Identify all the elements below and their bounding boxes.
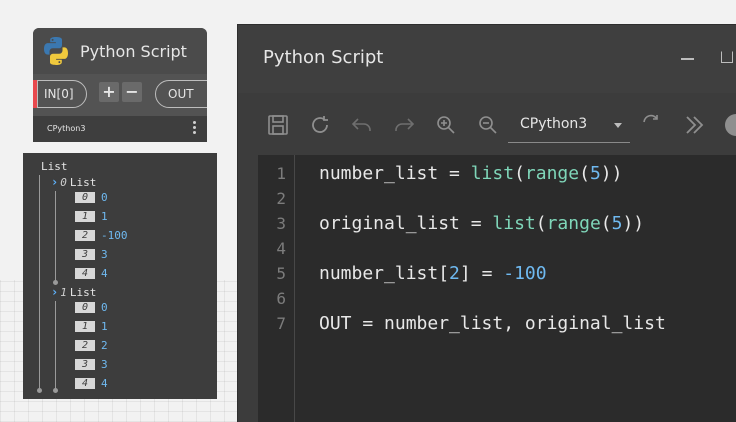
line-number: 6: [276, 289, 286, 308]
chevron-right-icon[interactable]: ›: [51, 285, 58, 299]
code-editor[interactable]: 1 number_list = list(range(5)) 2 3 original_…: [258, 155, 736, 422]
line-number: 3: [276, 214, 286, 233]
output-port-out[interactable]: OUT: [155, 80, 207, 108]
list-item: 11: [75, 210, 108, 223]
add-input-button[interactable]: +: [99, 82, 119, 102]
list-item: 44: [75, 267, 108, 280]
output-preview: List › 0 List 00 11 2 -100 33 44 › 1 List…: [23, 153, 217, 399]
remove-input-button[interactable]: −: [122, 82, 142, 102]
minimize-icon[interactable]: [681, 58, 694, 60]
python-script-node[interactable]: Python Script IN[0] + − OUT CPython3: [33, 28, 207, 142]
code-text[interactable]: OUT = number_list, original_list: [319, 313, 666, 334]
save-icon[interactable]: [266, 113, 290, 137]
editor-toolbar: CPython3: [258, 109, 736, 145]
code-text[interactable]: number_list = list(range(5)): [319, 163, 622, 184]
sublist-label: List: [69, 175, 97, 189]
node-engine-label: CPython3: [47, 124, 86, 133]
zoom-out-icon[interactable]: [476, 113, 500, 137]
zoom-in-icon[interactable]: [434, 113, 458, 137]
python-editor-window[interactable]: Python Script CPython3 1 number_list = l…: [237, 24, 736, 422]
code-text[interactable]: number_list[2] = -100: [319, 263, 547, 284]
run-icon[interactable]: [308, 113, 332, 137]
sublist-index: 0: [60, 175, 67, 189]
list-item: 33: [75, 248, 108, 261]
tree-line: [39, 175, 40, 391]
tree-end-dot: [53, 388, 58, 393]
code-line[interactable]: 2: [258, 186, 319, 211]
line-number: 5: [276, 264, 286, 283]
engine-dropdown[interactable]: CPython3: [508, 109, 630, 143]
code-line[interactable]: 7 OUT = number_list, original_list: [258, 311, 666, 336]
help-icon[interactable]: [724, 113, 736, 137]
list-item: 2 -100: [75, 229, 128, 242]
node-header[interactable]: Python Script: [33, 28, 207, 74]
tree-line: [55, 191, 56, 283]
editor-titlebar[interactable]: Python Script: [238, 25, 736, 93]
code-text[interactable]: original_list = list(range(5)): [319, 213, 644, 234]
sublist-index: 1: [60, 285, 67, 299]
node-menu-icon[interactable]: [193, 121, 197, 137]
sublist-label: List: [69, 285, 97, 299]
tree-end-dot: [37, 388, 42, 393]
node-title: Python Script: [80, 41, 187, 61]
python-logo-icon: [44, 37, 68, 65]
chevron-right-icon[interactable]: ›: [51, 175, 58, 189]
list-item: 22: [75, 339, 108, 352]
code-line[interactable]: 6: [258, 286, 319, 311]
list-item: 00: [75, 301, 108, 314]
line-number: 7: [276, 314, 286, 333]
undo-icon[interactable]: [350, 113, 374, 137]
list-item: 33: [75, 358, 108, 371]
redo-icon[interactable]: [392, 113, 416, 137]
node-footer: CPython3: [33, 116, 207, 142]
chevron-down-icon: [614, 123, 622, 128]
line-number: 4: [276, 239, 286, 258]
sublist-1-header[interactable]: › 1 List: [51, 285, 96, 299]
line-number: 1: [276, 164, 286, 183]
code-line[interactable]: 4: [258, 236, 319, 261]
list-item: 00: [75, 191, 108, 204]
list-item: 44: [75, 377, 108, 390]
engine-dropdown-value: CPython3: [520, 116, 588, 132]
restore-icon[interactable]: [721, 51, 733, 63]
more-chevrons-icon[interactable]: [682, 113, 706, 137]
code-line[interactable]: 1 number_list = list(range(5)): [258, 161, 622, 186]
line-number: 2: [276, 189, 286, 208]
editor-title: Python Script: [263, 47, 384, 68]
input-port-in0[interactable]: IN[0]: [37, 80, 87, 108]
code-line[interactable]: 3 original_list = list(range(5)): [258, 211, 644, 236]
code-line[interactable]: 5 number_list[2] = -100: [258, 261, 547, 286]
sublist-0-header[interactable]: › 0 List: [51, 175, 96, 189]
convert-icon[interactable]: [640, 113, 664, 137]
list-item: 11: [75, 320, 108, 333]
tree-line: [55, 301, 56, 391]
preview-root-label: List: [41, 160, 68, 173]
